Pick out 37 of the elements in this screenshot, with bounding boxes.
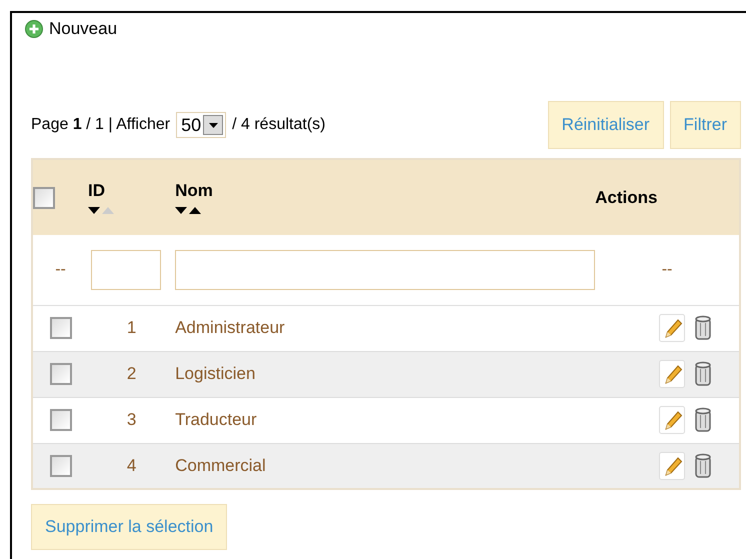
- sort-descending-icon[interactable]: [88, 207, 100, 214]
- checkbox[interactable]: [50, 409, 72, 431]
- pencil-icon[interactable]: [659, 360, 685, 388]
- checkbox[interactable]: [50, 454, 72, 477]
- trash-icon[interactable]: [693, 406, 713, 434]
- table-cell: 4: [126, 456, 136, 475]
- column-header[interactable]: ID: [88, 181, 176, 201]
- checkbox[interactable]: [50, 363, 72, 385]
- new-link[interactable]: Nouveau: [49, 19, 118, 39]
- table-cell: 2: [126, 364, 136, 383]
- results-count: / 4 résultat(s): [232, 116, 326, 134]
- per-page-select[interactable]: 50: [176, 112, 226, 138]
- pencil-icon[interactable]: [659, 314, 685, 342]
- table-cell: 3: [126, 410, 136, 429]
- table-cell: Administrateur: [175, 318, 285, 337]
- trash-icon[interactable]: [693, 360, 713, 388]
- checkbox[interactable]: [33, 186, 55, 208]
- table-cell: Commercial: [175, 456, 266, 475]
- pencil-icon[interactable]: [659, 452, 685, 480]
- trash-icon[interactable]: [693, 452, 713, 480]
- pencil-icon[interactable]: [659, 406, 685, 434]
- trash-icon[interactable]: [693, 314, 713, 342]
- checkbox[interactable]: [50, 317, 72, 339]
- table-cell: 1: [126, 318, 136, 337]
- column-header[interactable]: Nom: [175, 181, 596, 201]
- dropdown-icon: [208, 122, 218, 128]
- column-header: Actions: [595, 188, 658, 208]
- dash-text: --: [55, 260, 66, 278]
- dash-text: --: [662, 260, 672, 278]
- sort-ascending-icon[interactable]: [189, 207, 202, 214]
- page-info: Page 1 / 1 | Afficher: [31, 116, 170, 134]
- id-filter-field[interactable]: [91, 250, 162, 290]
- name-filter-field[interactable]: [175, 250, 596, 290]
- add-icon: [25, 20, 43, 38]
- table-cell: Logisticien: [175, 364, 256, 383]
- table-cell: Traducteur: [175, 410, 257, 429]
- sort-descending-icon[interactable]: [175, 207, 188, 214]
